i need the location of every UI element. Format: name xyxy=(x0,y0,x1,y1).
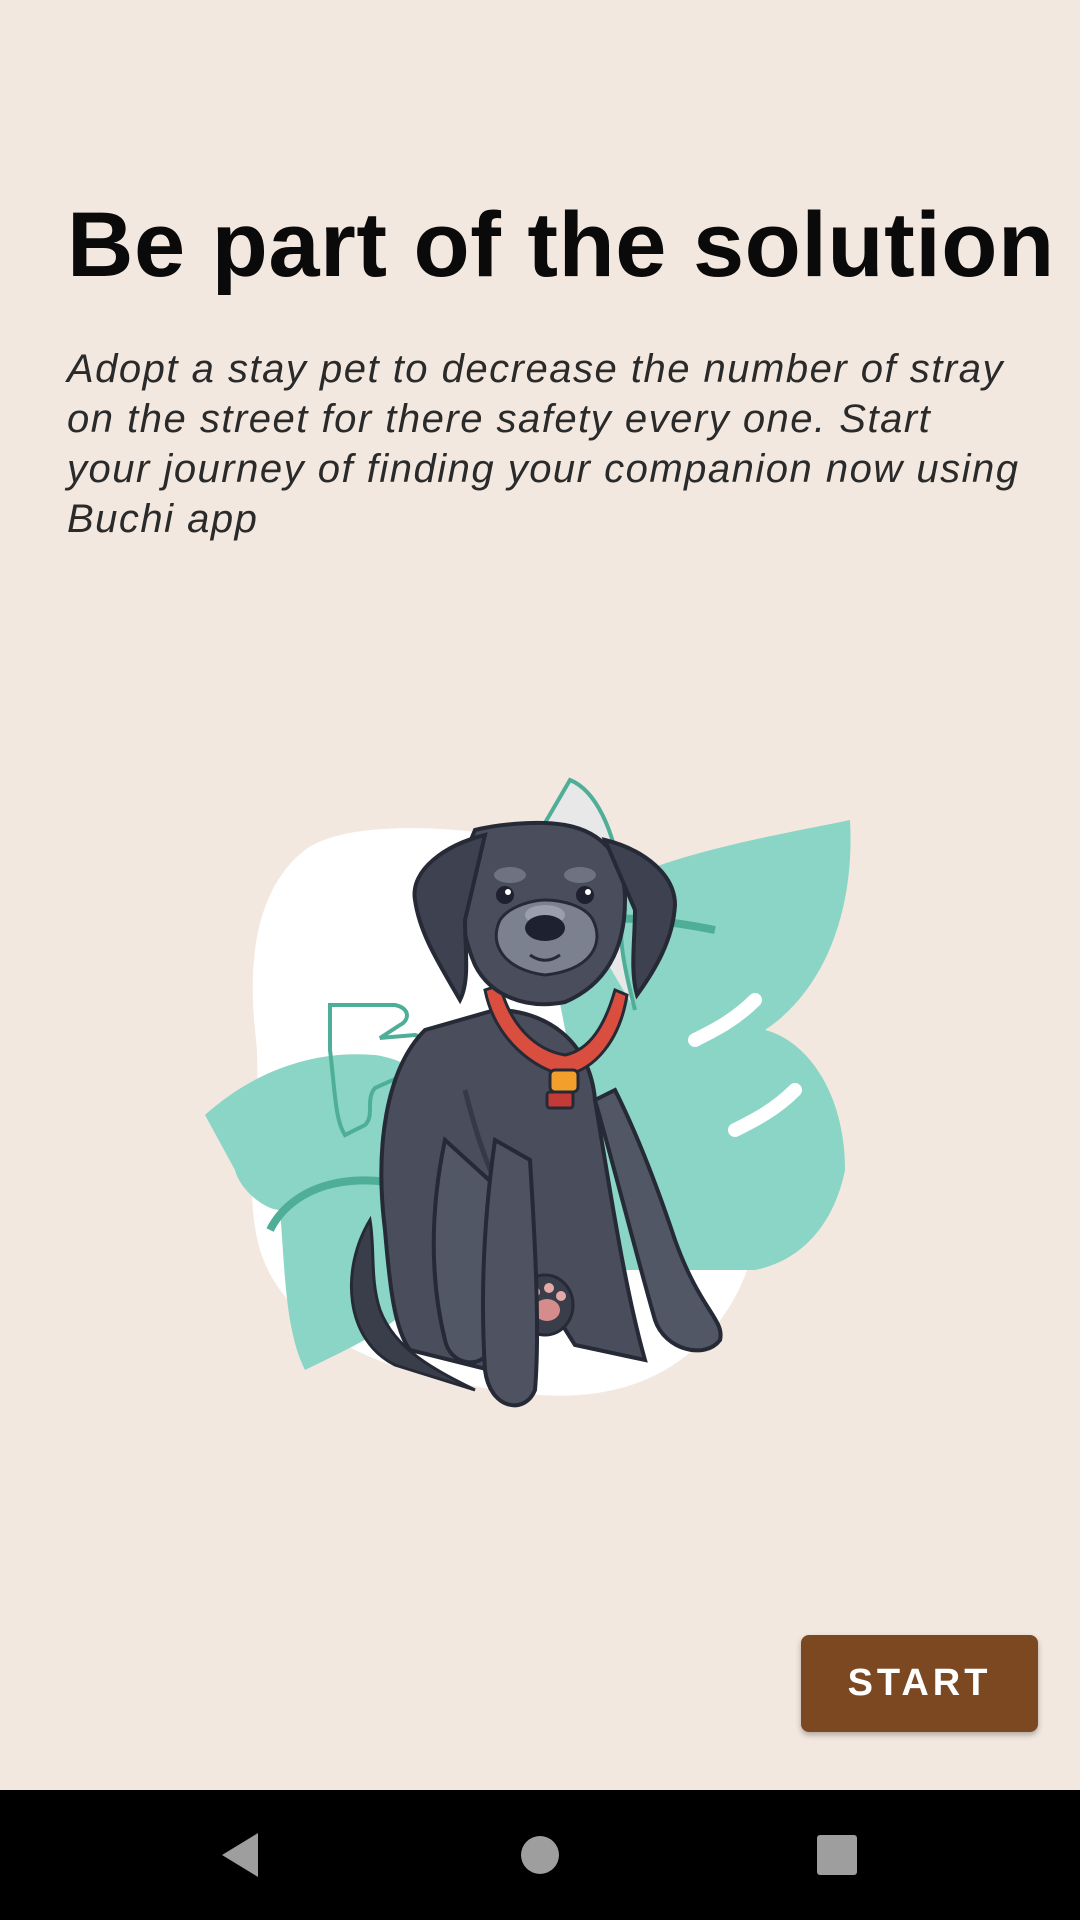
home-button[interactable] xyxy=(470,1790,610,1920)
system-navigation-bar xyxy=(0,1790,1080,1920)
dog-illustration xyxy=(205,777,851,1408)
dog-center-leg xyxy=(481,1136,540,1408)
dog-left-eye xyxy=(496,886,514,904)
start-button[interactable]: START xyxy=(801,1635,1038,1732)
back-triangle-icon xyxy=(222,1833,258,1877)
onboarding-description: Adopt a stay pet to decrease the number … xyxy=(67,347,1020,541)
back-button[interactable] xyxy=(170,1790,310,1920)
collar-tag xyxy=(548,1068,580,1094)
recents-button[interactable] xyxy=(767,1790,907,1920)
page-title: Be part of the solution xyxy=(67,194,1055,296)
home-circle-icon xyxy=(521,1836,559,1874)
onboarding-screen: Be part of the solution Adopt a stay pet… xyxy=(0,0,1080,1790)
dog-right-eye xyxy=(576,886,594,904)
dog-nose xyxy=(525,915,565,941)
recents-square-icon xyxy=(817,1835,857,1875)
